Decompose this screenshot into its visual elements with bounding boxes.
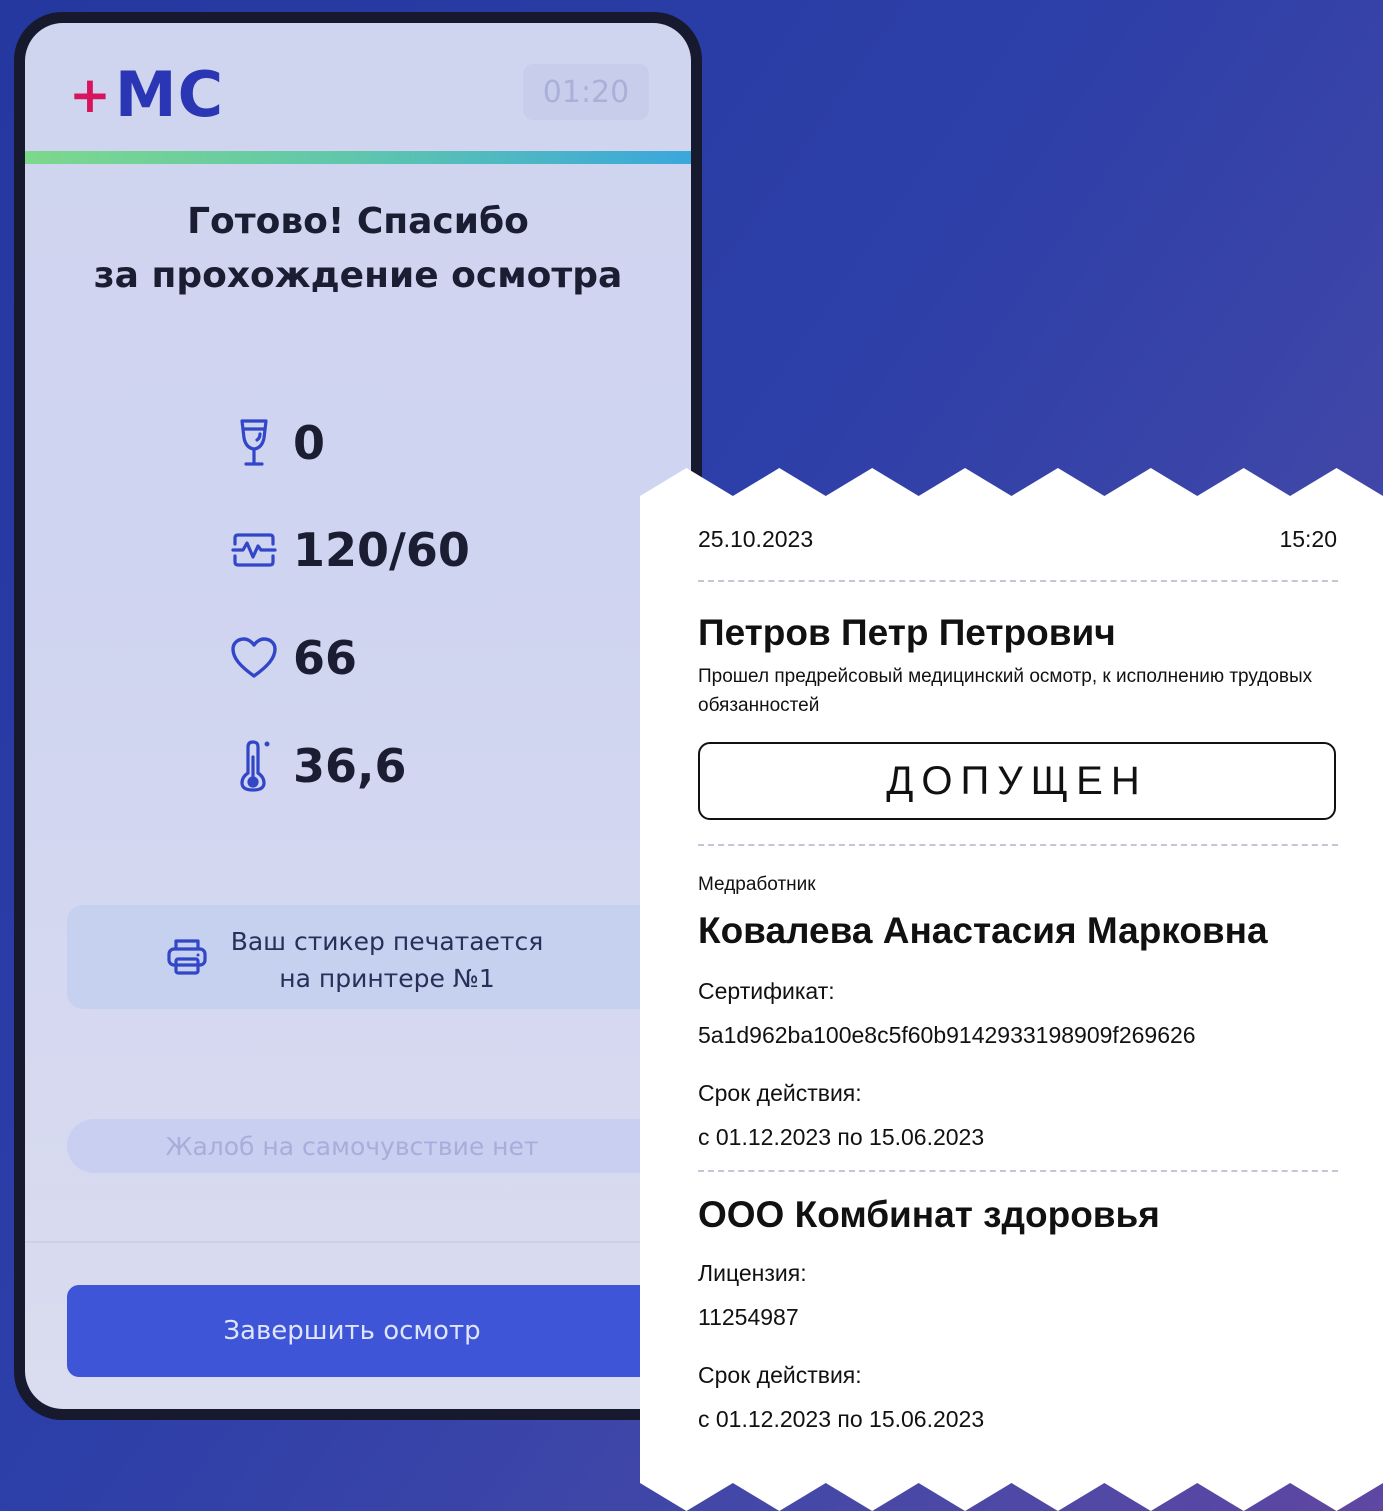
progress-bar: [25, 151, 691, 164]
printer-text-line-2: на принтере №1: [279, 964, 495, 993]
tablet-device: + MC 01:20 Готово! Спасибо за прохождени…: [14, 12, 702, 1420]
medic-label: Медработник: [698, 874, 816, 895]
status-badge: ДОПУЩЕН: [698, 742, 1336, 820]
reading-pulse: 66: [225, 623, 357, 693]
medic-name: Ковалева Анастасия Марковна: [698, 910, 1268, 951]
receipt-date: 25.10.2023: [698, 526, 814, 552]
printer-text: Ваш стикер печатается на принтере №1: [217, 923, 557, 997]
license-validity-value: с 01.12.2023 по 15.06.2023: [698, 1406, 985, 1432]
logo: + MC: [69, 58, 225, 131]
page-title: Готово! Спасибо за прохождение осмотра: [25, 195, 691, 303]
page-title-line-2: за прохождение осмотра: [93, 255, 623, 296]
receipt-divider: [698, 844, 1338, 846]
printer-icon: [165, 937, 209, 977]
receipt-divider: [698, 580, 1338, 582]
no-complaints-button[interactable]: Жалоб на самочувствие нет: [67, 1119, 691, 1173]
timer: 01:20: [523, 64, 649, 120]
receipt-time: 15:20: [1279, 526, 1337, 552]
patient-name: Петров Петр Петрович: [698, 612, 1116, 653]
license-validity-label: Срок действия:: [698, 1362, 862, 1388]
blood-pressure-icon: [225, 521, 283, 579]
reading-blood-pressure: 120/60: [225, 515, 470, 585]
blood-pressure-value: 120/60: [293, 523, 470, 577]
license-value: 11254987: [698, 1304, 799, 1330]
tablet-screen: + MC 01:20 Готово! Спасибо за прохождени…: [25, 23, 691, 1409]
logo-plus: +: [69, 66, 111, 124]
printer-notice: Ваш стикер печатается на принтере №1: [67, 905, 691, 1009]
reading-alcohol: 0: [225, 408, 325, 478]
certificate-validity-value: с 01.12.2023 по 15.06.2023: [698, 1124, 985, 1150]
certificate-label: Сертификат:: [698, 978, 835, 1004]
heart-icon: [225, 629, 283, 687]
logo-text: MC: [114, 58, 225, 131]
thermometer-icon: [225, 737, 283, 795]
page-title-line-1: Готово! Спасибо: [187, 201, 529, 242]
certificate-validity-label: Срок действия:: [698, 1080, 862, 1106]
exam-description: Прошел предрейсовый медицинский осмотр, …: [698, 666, 1313, 716]
receipt-sticker: 25.10.2023 15:20 Петров Петр Петрович Пр…: [640, 468, 1383, 1511]
reading-temperature: 36,6: [225, 731, 407, 801]
printer-text-line-1: Ваш стикер печатается: [230, 927, 544, 956]
license-label: Лицензия:: [698, 1260, 807, 1286]
organization-name: ООО Комбинат здоровья: [698, 1194, 1160, 1235]
footer-divider: [25, 1241, 691, 1243]
finish-exam-button[interactable]: Завершить осмотр: [67, 1285, 691, 1377]
certificate-value: 5a1d962ba100e8c5f60b9142933198909f269626: [698, 1022, 1196, 1048]
alcohol-value: 0: [293, 416, 326, 470]
wine-glass-icon: [225, 414, 283, 472]
temperature-value: 36,6: [293, 739, 407, 793]
receipt-divider: [698, 1170, 1338, 1172]
pulse-value: 66: [293, 631, 358, 685]
